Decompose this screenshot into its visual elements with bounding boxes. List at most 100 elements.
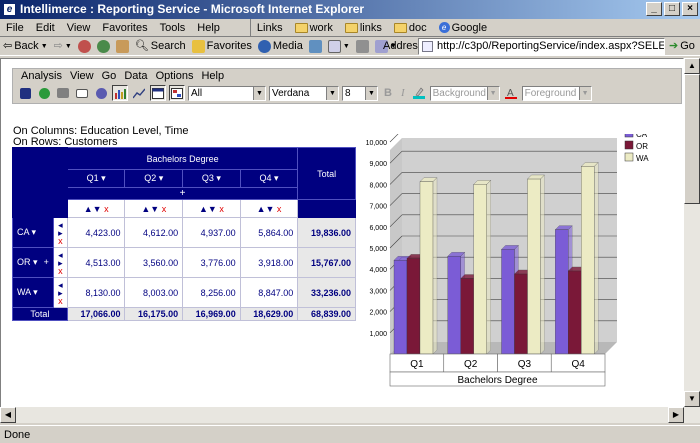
app-menu-go[interactable]: Go	[98, 69, 121, 84]
row-controls-wa[interactable]: ◂ ▸ x	[52, 277, 68, 308]
dropdown-icon[interactable]: ▾	[214, 173, 221, 183]
address-field[interactable]: http://c3p0/ReportingService/index.aspx?…	[418, 38, 665, 55]
total-ca: 19,836.00	[297, 217, 356, 248]
total-q2: 16,175.00	[124, 307, 184, 321]
background-color-button[interactable]	[411, 85, 427, 101]
legend-swatch-wa	[624, 152, 634, 162]
search-button[interactable]: 🔍︎ Search	[132, 37, 189, 56]
forward-button[interactable]: ⇨ ▼	[51, 37, 75, 56]
font-select[interactable]: Verdana ▼	[269, 85, 339, 101]
menu-help[interactable]: Help	[191, 19, 226, 36]
corner-cell	[12, 147, 68, 200]
search-icon: 🔍︎	[134, 39, 149, 52]
favorites-button[interactable]: Favorites	[189, 37, 255, 56]
status-text: Done	[4, 429, 31, 441]
export-icon	[95, 87, 107, 99]
link-links[interactable]: links	[339, 19, 388, 36]
link-google[interactable]: e Google	[433, 19, 493, 36]
app-menu-options[interactable]: Options	[152, 69, 198, 84]
y-tick-label: 1,000	[369, 331, 387, 338]
y-tick-label: 8,000	[369, 182, 387, 189]
minimize-button[interactable]: _	[646, 2, 662, 16]
column-controls-q4[interactable]: ▲▼ x	[239, 199, 299, 218]
link-doc[interactable]: doc	[388, 19, 433, 36]
scroll-up-button[interactable]: ▲	[684, 58, 700, 74]
menu-edit[interactable]: Edit	[30, 19, 61, 36]
refresh-report-button[interactable]	[36, 85, 52, 101]
quarter-header-q1[interactable]: Q1 ▾	[66, 169, 126, 188]
print-icon	[57, 88, 69, 98]
dropdown-icon[interactable]: ▾	[99, 173, 106, 183]
scroll-thumb[interactable]	[684, 74, 700, 204]
favorites-icon	[191, 39, 205, 53]
go-button[interactable]: ➔ Go	[666, 37, 698, 56]
row-header-wa[interactable]: WA ▾	[12, 277, 54, 308]
back-button[interactable]: ⇦ Back ▼	[0, 37, 51, 56]
chevron-down-icon: ▼	[578, 86, 591, 100]
foreground-color-select[interactable]: Foreground ▼	[521, 85, 592, 101]
dropdown-icon[interactable]: ▾	[272, 173, 279, 183]
italic-button[interactable]: I	[398, 87, 408, 99]
column-controls-q2[interactable]: ▲▼ x	[124, 199, 184, 218]
app-menu-analysis[interactable]: Analysis	[17, 69, 66, 84]
export-button[interactable]	[93, 85, 109, 101]
media-button[interactable]: Media	[255, 37, 306, 56]
menu-view[interactable]: View	[61, 19, 97, 36]
refresh-button[interactable]	[94, 39, 113, 53]
dropdown-icon[interactable]: ▾	[156, 173, 164, 183]
total-wa: 33,236.00	[297, 277, 356, 308]
line-chart-button[interactable]	[131, 85, 147, 101]
row-header-ca[interactable]: CA ▾	[12, 217, 54, 248]
menu-favorites[interactable]: Favorites	[96, 19, 153, 36]
app-menu-data[interactable]: Data	[120, 69, 151, 84]
scroll-down-button[interactable]: ▼	[684, 391, 700, 407]
layout-button[interactable]	[169, 85, 185, 101]
menu-file[interactable]: File	[0, 19, 30, 36]
save-icon	[19, 87, 31, 99]
scroll-left-button[interactable]: ◀	[0, 407, 16, 423]
pivot-icon	[152, 87, 164, 99]
horizontal-scrollbar[interactable]: ◀ ▶	[0, 407, 684, 423]
app-menu-view[interactable]: View	[66, 69, 98, 84]
font-color-icon: A	[504, 88, 517, 99]
pivot-button[interactable]	[150, 85, 166, 101]
mail-button[interactable]: ▼	[325, 37, 353, 56]
quarter-header-q2[interactable]: Q2 ▾	[124, 169, 184, 188]
save-button[interactable]	[17, 85, 33, 101]
close-button[interactable]: ×	[682, 2, 698, 16]
column-controls-q1[interactable]: ▲▼ x	[66, 199, 126, 218]
print-button[interactable]	[353, 39, 372, 53]
filter-select[interactable]: All ▼	[188, 85, 266, 101]
chart-view-button[interactable]	[112, 85, 128, 101]
row-controls-ca[interactable]: ◂ ▸ x	[52, 217, 68, 248]
vertical-scrollbar[interactable]: ▲ ▼	[684, 58, 700, 423]
status-bar: Done	[0, 425, 700, 443]
expand-columns-button[interactable]: +	[66, 187, 299, 200]
scroll-right-button[interactable]: ▶	[668, 407, 684, 423]
column-controls-q3[interactable]: ▲▼ x	[182, 199, 241, 218]
title-bar: e Intellimerce : Reporting Service - Mic…	[0, 0, 700, 19]
row-header-or[interactable]: OR ▾ +	[12, 247, 54, 278]
quarter-header-q4[interactable]: Q4 ▾	[239, 169, 299, 188]
link-work[interactable]: work	[289, 19, 339, 36]
y-tick-label: 10,000	[366, 140, 388, 147]
print-report-button[interactable]	[55, 85, 71, 101]
menu-tools[interactable]: Tools	[154, 19, 192, 36]
font-size-select[interactable]: 8 ▼	[342, 85, 378, 101]
dropdown-icon: ▾	[30, 287, 38, 297]
app-menu-help[interactable]: Help	[197, 69, 228, 84]
row-controls-or[interactable]: ◂ ▸ x	[52, 247, 68, 278]
bold-button[interactable]: B	[381, 87, 395, 99]
column-group-header[interactable]: Bachelors Degree	[66, 147, 299, 170]
foreground-color-button[interactable]: A	[503, 85, 519, 101]
cell-wa-q1: 8,130.00	[66, 277, 126, 308]
history-button[interactable]	[306, 39, 325, 53]
bar-chart: 1,000 2,000 3,000 4,000 5,000 6,000 7,000 8,000…	[366, 134, 649, 387]
stop-button[interactable]	[75, 39, 94, 53]
background-color-select[interactable]: Background ▼	[429, 85, 500, 101]
maximize-button[interactable]: □	[664, 2, 680, 16]
home-button[interactable]	[113, 39, 132, 53]
email-button[interactable]	[74, 85, 90, 101]
legend-label-wa: WA	[636, 154, 649, 163]
quarter-header-q3[interactable]: Q3 ▾	[182, 169, 241, 188]
